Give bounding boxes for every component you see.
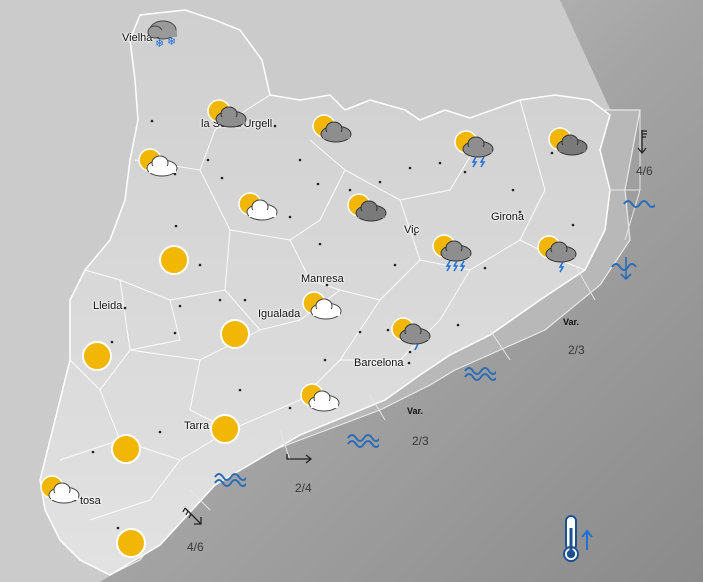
waves-icon — [623, 200, 655, 208]
cloudy-icon — [347, 193, 387, 222]
partly-cloudy-icon — [138, 148, 178, 177]
cloudy-thunderstorm-icon — [432, 234, 472, 272]
wind-arrow-icon — [637, 130, 647, 155]
city-label-manresa: Manresa — [301, 273, 344, 285]
partly-cloudy-icon — [312, 114, 352, 143]
sea-value: 4/6 — [187, 540, 204, 554]
sunny-icon — [210, 414, 240, 444]
waves-icon — [214, 473, 246, 487]
partly-cloudy-icon — [300, 383, 340, 412]
sea-value: 2/4 — [295, 481, 312, 495]
sea-value: 4/6 — [636, 164, 653, 178]
svg-text:❄: ❄ — [167, 35, 176, 48]
city-label-vic: Vic — [404, 224, 420, 236]
partly-cloudy-icon — [207, 99, 247, 128]
city-label-barcelona: Barcelona — [354, 357, 404, 369]
sunny-icon — [82, 341, 112, 371]
cloudy-thunderstorm-icon — [537, 235, 577, 273]
svg-text:❄: ❄ — [155, 37, 164, 50]
partly-cloudy-icon — [40, 475, 80, 504]
partly-cloudy-icon — [238, 192, 278, 221]
sunny-icon — [220, 319, 250, 349]
sea-value: 2/3 — [412, 434, 429, 448]
city-label-tarragona: Tarra — [184, 420, 210, 432]
city-label-girona: Girona — [491, 211, 525, 223]
sunny-icon — [116, 528, 146, 558]
sea-value: 2/3 — [568, 343, 585, 357]
weather-map: Vielha la Seu d'Urgell Girona Vic Manres… — [0, 0, 703, 582]
wind-arrow-icon — [182, 507, 202, 525]
city-label-igualada: Igualada — [258, 308, 301, 320]
waves-icon — [464, 367, 496, 381]
waves-icon — [347, 434, 379, 448]
partly-cloudy-icon — [302, 291, 342, 320]
snow-icon: ❄ ❄ — [147, 20, 177, 50]
sunny-icon — [159, 245, 189, 275]
wind-variable-label: Var. — [563, 317, 580, 327]
swell-icon — [611, 257, 637, 281]
wind-variable-label: Var. — [407, 406, 424, 416]
thermometer-rising-icon — [563, 515, 593, 562]
cloudy-rain-icon — [391, 317, 431, 351]
city-label-lleida: Lleida — [93, 300, 123, 312]
sunny-icon — [111, 434, 141, 464]
map-base — [0, 0, 703, 582]
wind-arrow-icon — [286, 454, 313, 464]
cloudy-icon — [548, 127, 588, 156]
cloudy-thunderstorm-icon — [454, 130, 494, 168]
